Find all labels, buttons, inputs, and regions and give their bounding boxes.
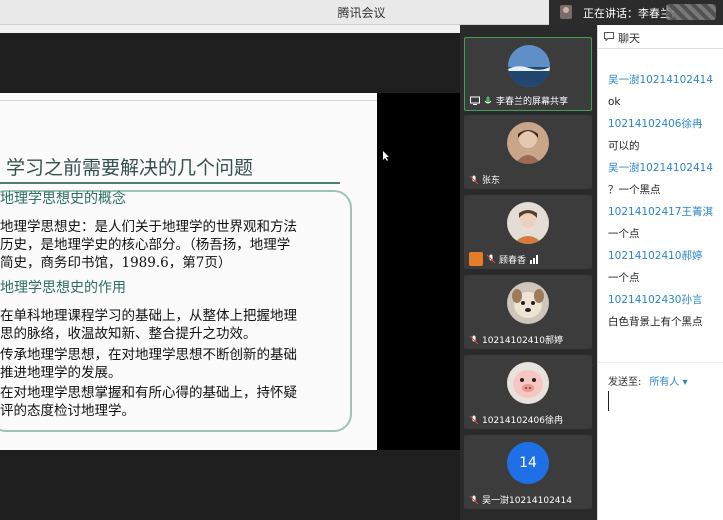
chat-message-text: ？一个黑点	[608, 184, 661, 196]
participant-tile[interactable]: 10214102406徐冉	[464, 355, 592, 429]
participant-tile[interactable]: 10214102410郝婷	[464, 275, 592, 349]
slide-line: 思的脉络，收温故知新、整合提升之功效。	[0, 326, 257, 342]
chat-panel: 聊天 吴一澍10214102414 ok 10214102406徐冉 可以的 吴…	[597, 25, 723, 520]
participant-label: 顾春香	[469, 252, 539, 266]
chat-message-text: 一个点	[608, 228, 640, 240]
participant-tile[interactable]: 14 吴一澍10214102414	[464, 435, 592, 509]
send-to-label: 发送至:	[608, 377, 642, 388]
chat-sender[interactable]: 10214102430孙言	[608, 289, 723, 311]
chat-sender[interactable]: 10214102410郝婷	[608, 245, 723, 267]
speaking-indicator: 正在讲话：李春兰;	[549, 0, 723, 25]
shared-screen-top-strip	[0, 25, 460, 33]
mic-muted-icon	[469, 335, 479, 344]
participant-label: 李春兰的屏幕共享	[470, 94, 568, 107]
participant-label: 10214102410郝婷	[469, 333, 563, 346]
slide-line: 传承地理学思想，在对地理学思想不断创新的基础	[0, 347, 297, 363]
chat-title: 聊天	[618, 32, 640, 45]
slide-line: 评的态度检讨地理学。	[0, 403, 135, 419]
chat-sender[interactable]: 10214102417王菁淇	[608, 201, 723, 223]
chat-sender[interactable]: 10214102406徐冉	[608, 113, 723, 135]
mic-muted-icon	[469, 495, 479, 504]
chat-input-field[interactable]	[608, 391, 609, 411]
speaker-avatar-icon	[560, 5, 572, 19]
portrait-avatar	[507, 122, 549, 164]
participant-name: 李春兰的屏幕共享	[496, 97, 569, 107]
chat-message-text: 可以的	[608, 140, 640, 152]
slide-line: 简史，商务印书馆，1989.6，第7页）	[0, 255, 232, 271]
chat-sender[interactable]: 吴一澍10214102414	[608, 69, 723, 91]
dog-avatar	[507, 282, 549, 324]
participant-label: 10214102406徐冉	[469, 413, 563, 426]
slide-line: 历史，是地理学史的核心部分。（杨吾扬，地理学	[0, 237, 291, 253]
chat-icon	[604, 32, 614, 41]
participant-label: 吴一澍10214102414	[469, 493, 572, 506]
participant-tile[interactable]: 张东	[464, 115, 592, 189]
participant-name: 10214102406徐冉	[482, 416, 563, 426]
speaking-text: 正在讲话：李春兰;	[583, 7, 675, 20]
slide-title-underline	[0, 182, 340, 184]
chat-message-list: 吴一澍10214102414 ok 10214102406徐冉 可以的 吴一澍1…	[608, 69, 723, 333]
participant-name: 顾春香	[499, 255, 527, 266]
signal-strength-icon	[530, 255, 539, 264]
chat-message-text: ok	[608, 96, 621, 108]
slide-line: 地理学思想史：是人们关于地理学的世界观和方法	[0, 219, 297, 235]
slide-line: 地理学思想史的作用	[0, 280, 126, 296]
chat-sender[interactable]: 吴一澍10214102414	[608, 157, 723, 179]
participant-name: 张东	[482, 176, 501, 186]
mouse-cursor-icon	[383, 151, 389, 161]
slide-line: 在单科地理课程学习的基础上，从整体上把握地理	[0, 308, 297, 324]
slide-title: 学习之前需要解决的几个问题	[6, 157, 254, 179]
screen-share-icon	[470, 96, 480, 105]
chat-message-text: 一个点	[608, 272, 640, 284]
send-to-dropdown[interactable]: 所有人 ▾	[649, 377, 687, 388]
mic-muted-icon	[469, 415, 479, 424]
mic-muted-icon	[486, 254, 496, 264]
pig-avatar	[507, 362, 549, 404]
participant-name: 吴一澍10214102414	[482, 496, 572, 506]
shared-screen-black-region	[377, 93, 460, 450]
send-to-row: 发送至: 所有人 ▾	[608, 373, 688, 388]
chat-message-text: 白色背景上有个黑点	[608, 316, 703, 328]
chat-input-divider	[598, 362, 723, 363]
mic-on-icon	[484, 96, 492, 103]
participant-tile[interactable]: 李春兰的屏幕共享	[464, 37, 592, 111]
landscape-avatar	[508, 45, 550, 87]
slide-line: 推进地理学的发展。	[0, 365, 122, 381]
participant-tile[interactable]: 顾春香	[464, 195, 592, 269]
initials-avatar: 14	[507, 442, 549, 484]
slide-top-rule	[0, 100, 377, 101]
mic-muted-icon	[469, 175, 479, 184]
participant-label: 张东	[469, 173, 500, 186]
blurred-region	[666, 4, 716, 20]
slide-line: 地理学思想史的概念	[0, 191, 126, 207]
chat-header: 聊天	[598, 25, 723, 49]
slide-line: 在对地理学思想掌握和有所心得的基础上，持怀疑	[0, 385, 297, 401]
meeting-window: 腾讯会议 正在讲话：李春兰; 学习之前需要解决的几个问题 地理学思想史的概念 地…	[0, 0, 723, 520]
participant-name: 10214102410郝婷	[482, 336, 563, 346]
person-avatar	[507, 202, 549, 244]
user-badge-icon	[469, 252, 483, 266]
